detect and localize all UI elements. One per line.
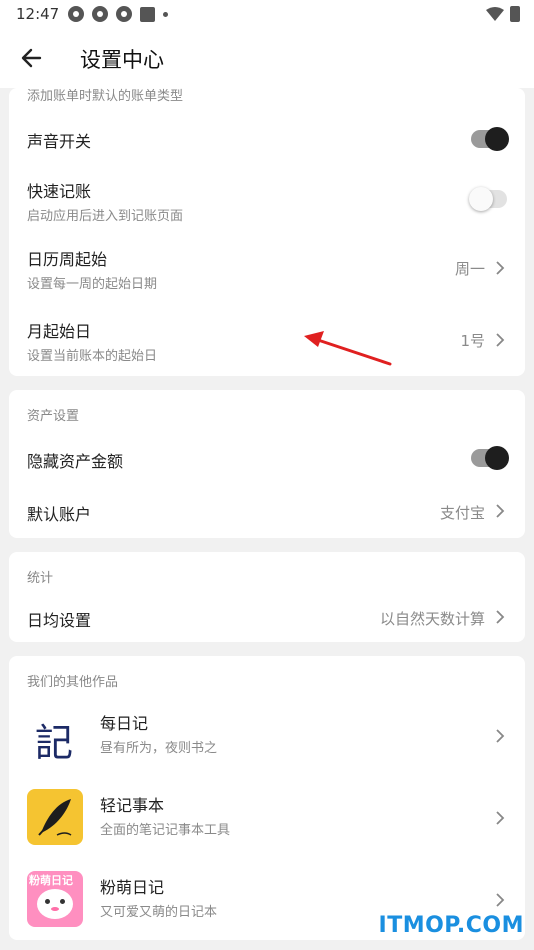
- section-title: 我们的其他作品: [27, 675, 119, 690]
- app-description: 全面的笔记记事本工具: [100, 823, 231, 838]
- page-title: 设置中心: [80, 48, 164, 72]
- app-name: 每日记: [100, 714, 149, 733]
- statistics-card: 统计 日均设置 以自然天数计算: [9, 552, 525, 642]
- app-bar: 设置中心: [0, 28, 534, 88]
- wifi-icon: [486, 7, 504, 21]
- app-description: 昼有所为，夜则书之: [100, 741, 218, 756]
- quick-entry-toggle[interactable]: [469, 187, 507, 211]
- row-title: 日历周起始: [27, 250, 108, 269]
- settings-row-daily-average[interactable]: 日均设置 以自然天数计算: [9, 594, 525, 640]
- row-title: 月起始日: [27, 322, 92, 341]
- feather-app-icon: [27, 789, 83, 845]
- fenmeng-app-icon: 粉萌日记: [27, 871, 83, 927]
- row-title: 日均设置: [27, 611, 92, 630]
- sound-toggle[interactable]: [471, 127, 509, 151]
- app-name: 轻记事本: [100, 796, 165, 815]
- row-subtitle: 设置每一周的起始日期: [27, 277, 158, 292]
- app-item-meiriji[interactable]: 記 每日记 昼有所为，夜则书之: [9, 704, 525, 768]
- feather-icon: [38, 799, 72, 836]
- row-value: 周一: [454, 260, 485, 278]
- app-description: 又可爱又萌的日记本: [100, 905, 218, 920]
- chevron-right-icon: [496, 333, 505, 347]
- settings-row-week-start[interactable]: 日历周起始 设置每一周的起始日期 周一: [9, 236, 525, 300]
- chevron-right-icon: [496, 893, 505, 907]
- chevron-right-icon: [496, 811, 505, 825]
- back-arrow-icon[interactable]: [18, 44, 46, 72]
- toggle-knob: [469, 187, 493, 211]
- row-title: 默认账户: [27, 505, 92, 524]
- status-bar: 12:47: [0, 0, 534, 28]
- settings-row-hide-amount[interactable]: 隐藏资产金额: [9, 434, 525, 482]
- general-settings-card: 添加账单时默认的账单类型 声音开关 快速记账 启动应用后进入到记账页面 日历周起…: [9, 88, 525, 376]
- status-time: 12:47: [16, 5, 60, 23]
- row-value: 1号: [460, 332, 485, 350]
- previous-row-subtitle: 添加账单时默认的账单类型: [27, 89, 184, 104]
- other-apps-card: 我们的其他作品 記 每日记 昼有所为，夜则书之 轻记事本 全面的笔记记事本工具 …: [9, 656, 525, 940]
- row-subtitle: 启动应用后进入到记账页面: [27, 209, 184, 224]
- row-title: 隐藏资产金额: [27, 452, 124, 471]
- chevron-right-icon: [496, 610, 505, 624]
- app-icon-glyph: 記: [35, 721, 74, 762]
- app-notification-icon: [68, 6, 84, 22]
- hide-amount-toggle[interactable]: [471, 446, 509, 470]
- section-title: 资产设置: [27, 409, 80, 424]
- chevron-right-icon: [496, 729, 505, 743]
- settings-row-month-start[interactable]: 月起始日 设置当前账本的起始日 1号: [9, 308, 525, 372]
- app-icon-label: 粉萌日记: [29, 874, 73, 887]
- battery-icon: [510, 6, 520, 22]
- more-notifications-icon: [163, 11, 168, 17]
- row-value: 支付宝: [439, 504, 485, 522]
- app-notification-icon: [92, 6, 108, 22]
- notification-icons: [68, 6, 168, 22]
- settings-row-default-account[interactable]: 默认账户 支付宝: [9, 490, 525, 536]
- bunny-face-icon: [37, 889, 73, 919]
- watermark: ITMOP.COM: [378, 913, 524, 938]
- system-icons: [486, 6, 520, 22]
- row-title: 声音开关: [27, 132, 92, 151]
- settings-row-quick-entry[interactable]: 快速记账 启动应用后进入到记账页面: [9, 168, 525, 232]
- app-name: 粉萌日记: [100, 878, 165, 897]
- app-item-notepad[interactable]: 轻记事本 全面的笔记记事本工具: [9, 786, 525, 850]
- toggle-knob: [485, 446, 509, 470]
- section-title: 统计: [27, 571, 54, 586]
- row-value: 以自然天数计算: [379, 610, 485, 628]
- row-title: 快速记账: [27, 182, 92, 201]
- chevron-right-icon: [496, 504, 505, 518]
- row-subtitle: 设置当前账本的起始日: [27, 349, 158, 364]
- toggle-knob: [485, 127, 509, 151]
- square-notification-icon: [140, 6, 155, 22]
- app-notification-icon: [116, 6, 132, 22]
- meiriji-app-icon: 記: [27, 706, 83, 762]
- asset-settings-card: 资产设置 隐藏资产金额 默认账户 支付宝: [9, 390, 525, 538]
- settings-row-sound[interactable]: 声音开关: [9, 114, 525, 164]
- chevron-right-icon: [496, 261, 505, 275]
